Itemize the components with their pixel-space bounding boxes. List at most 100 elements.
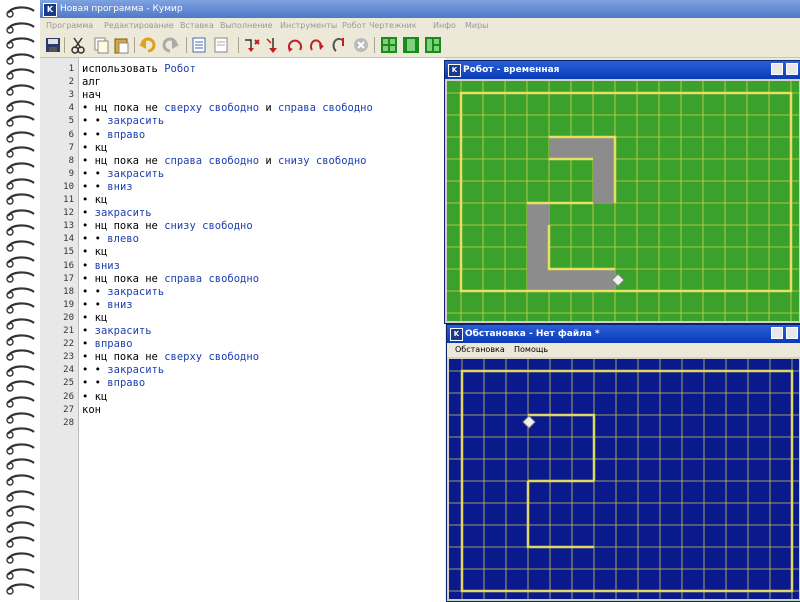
binding-ring (6, 396, 35, 408)
code-line[interactable]: • • закрасить (82, 286, 164, 298)
menu-item-help[interactable]: Помощь (514, 343, 548, 357)
copy-icon[interactable] (92, 36, 110, 54)
window-icon[interactable] (402, 36, 420, 54)
painted-cell (593, 137, 615, 159)
binding-ring (6, 536, 35, 549)
code-line[interactable]: • • закрасить (82, 168, 164, 180)
menu-item[interactable]: Программа (46, 18, 93, 33)
code-line[interactable]: • кц (82, 142, 107, 154)
menubar: Программа Редактирование Вставка Выполнение… (40, 18, 800, 33)
save-icon[interactable] (44, 36, 62, 54)
code-editor[interactable]: 1 2 3 4 5 6 7 8 9 10 11 12 13 14 15 16 17 18 19 20 21 22 23 24 2… (40, 58, 445, 600)
code-line[interactable]: • • влево (82, 233, 139, 245)
binding-ring (6, 443, 35, 455)
delete-icon[interactable] (212, 36, 230, 54)
painted-cell (571, 137, 593, 159)
toolbar-separator (134, 37, 135, 53)
binding-ring (6, 162, 35, 174)
code-line[interactable]: • нц пока не сверху свободно и справа св… (82, 102, 373, 114)
painted-cell (527, 203, 549, 225)
line-number: 11 (63, 195, 74, 205)
code-line[interactable]: • кц (82, 194, 107, 206)
code-line[interactable]: • • закрасить (82, 364, 164, 376)
environment-window: K Обстановка - Нет файла * Обстановка По… (446, 324, 800, 602)
painted-cell (593, 159, 615, 181)
code-line[interactable]: • • вправо (82, 129, 145, 141)
cut-icon[interactable] (69, 36, 87, 54)
code-line[interactable]: • нц пока не снизу свободно (82, 220, 253, 232)
code-line[interactable]: алг (82, 76, 101, 88)
menu-item[interactable]: Робот (342, 18, 366, 33)
minimize-button[interactable] (771, 63, 783, 75)
line-number: 10 (63, 181, 74, 192)
step-out-icon[interactable] (308, 36, 326, 54)
step-icon[interactable] (264, 36, 282, 54)
robot-window-titlebar[interactable]: K Робот - временная (445, 61, 800, 79)
code-line[interactable]: • кц (82, 312, 107, 324)
step-in-icon[interactable] (286, 36, 304, 54)
code-line[interactable]: нач (82, 89, 101, 101)
line-number: 17 (63, 273, 74, 284)
menu-item[interactable]: Миры (465, 18, 489, 33)
binding-ring (6, 489, 35, 502)
code-line[interactable]: • • вправо (82, 377, 145, 389)
toolbar-separator (64, 37, 65, 53)
code-line[interactable]: использовать Робот (82, 63, 196, 75)
painted-cell (549, 137, 571, 159)
code-line[interactable]: • вправо (82, 338, 133, 350)
grid-icon[interactable] (380, 36, 398, 54)
line-number: 26 (63, 391, 74, 402)
code-line[interactable]: • нц пока не справа свободно (82, 273, 259, 285)
line-number: 28 (63, 417, 74, 428)
minimize-button[interactable] (771, 327, 783, 339)
code-line[interactable]: • закрасить (82, 325, 152, 337)
stop-icon[interactable] (330, 36, 348, 54)
cancel-icon[interactable] (352, 36, 370, 54)
menu-item[interactable]: Чертежник (369, 18, 417, 33)
menu-item[interactable]: Инструменты (280, 18, 337, 33)
code-line[interactable]: • • закрасить (82, 115, 164, 127)
environment-window-title: Обстановка - Нет файла * (465, 329, 600, 339)
menu-item[interactable]: Выполнение (220, 18, 273, 33)
line-number: 27 (63, 404, 74, 415)
binding-ring (6, 271, 35, 283)
maximize-button[interactable] (786, 63, 798, 75)
code-line[interactable]: • нц пока не справа свободно и снизу сво… (82, 155, 367, 167)
menu-item[interactable]: Инфо (433, 18, 456, 33)
layout-icon[interactable] (424, 36, 442, 54)
binding-ring (6, 302, 35, 315)
line-number: 20 (63, 312, 74, 323)
code-line[interactable]: • вниз (82, 260, 120, 272)
binding-ring (6, 505, 35, 517)
menu-item-environment[interactable]: Обстановка (455, 343, 505, 357)
code-line[interactable]: • • вниз (82, 299, 133, 311)
menu-item[interactable]: Вставка (180, 18, 214, 33)
undo-icon[interactable] (138, 36, 156, 54)
binding-ring (6, 349, 35, 361)
binding-ring (6, 458, 35, 471)
environment-window-titlebar[interactable]: K Обстановка - Нет файла * (447, 325, 800, 343)
binding-ring (6, 84, 35, 96)
line-number: 6 (68, 129, 74, 140)
binding-ring (6, 521, 35, 533)
redo-icon[interactable] (162, 36, 180, 54)
maximize-button[interactable] (786, 327, 798, 339)
code-line[interactable]: • закрасить (82, 207, 152, 219)
code-line[interactable]: • нц пока не сверху свободно (82, 351, 259, 363)
painted-cell (527, 225, 549, 247)
code-line[interactable]: кон (82, 404, 101, 416)
environment-window-icon: K (450, 328, 463, 341)
main-titlebar: K Новая программа - Кумир (40, 0, 800, 18)
menu-item[interactable]: Редактирование (104, 18, 174, 33)
line-number: 18 (63, 286, 74, 297)
code-line[interactable]: • • вниз (82, 181, 133, 193)
code-line[interactable]: • кц (82, 246, 107, 258)
code-line[interactable]: • кц (82, 391, 107, 403)
binding-ring (6, 427, 35, 439)
paste-icon[interactable] (112, 36, 130, 54)
toolbar-separator (238, 37, 239, 53)
toolbar-separator (186, 37, 187, 53)
painted-cell (571, 269, 593, 291)
run-icon[interactable] (242, 36, 260, 54)
insert-icon[interactable] (190, 36, 208, 54)
